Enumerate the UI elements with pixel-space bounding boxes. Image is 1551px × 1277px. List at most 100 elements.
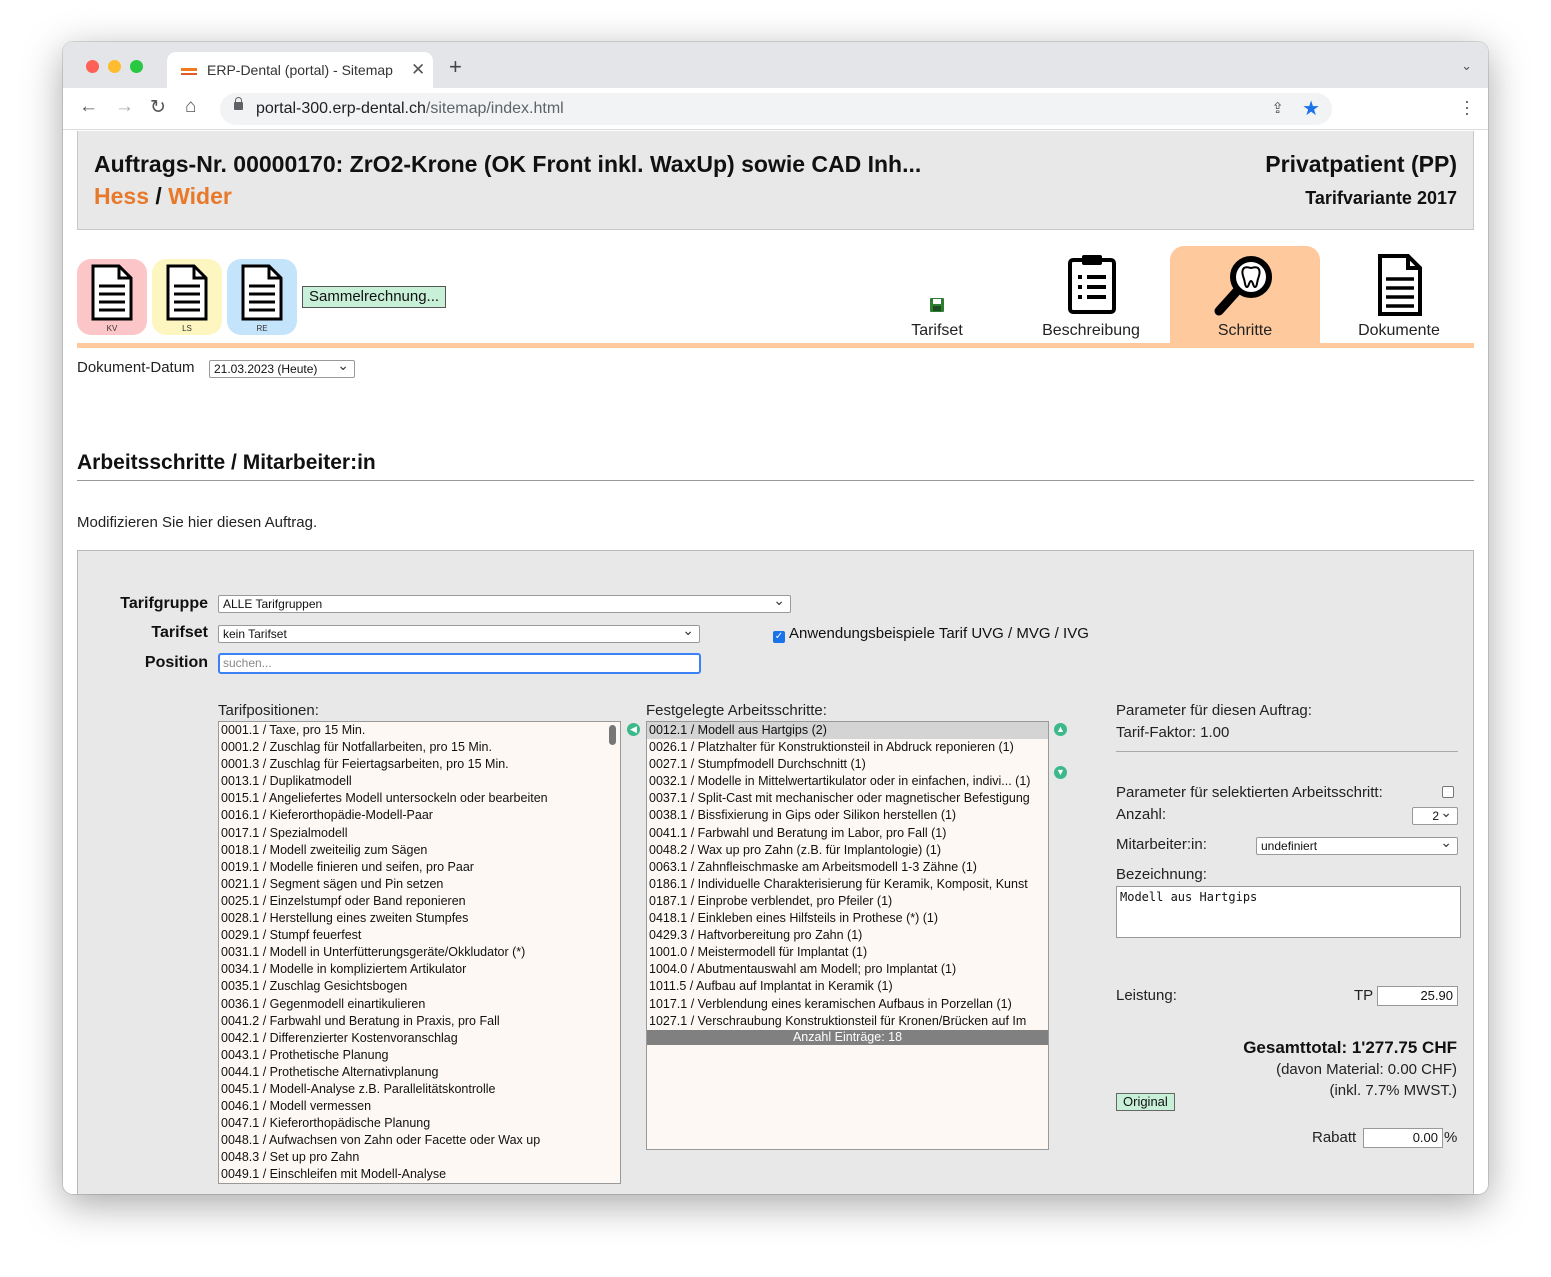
list-item[interactable]: 0049.1 / Einschleifen mit Modell-Analyse <box>219 1166 620 1183</box>
list-item[interactable]: 0047.1 / Kieferorthopädische Planung <box>219 1115 620 1132</box>
list-item[interactable]: 0027.1 / Stumpfmodell Durchschnitt (1) <box>647 756 1048 773</box>
position-search-input[interactable]: suchen... <box>218 653 701 674</box>
close-window-button[interactable] <box>86 60 99 73</box>
ls-document-button[interactable]: LS <box>152 259 222 335</box>
list-item[interactable]: 0029.1 / Stumpf feuerfest <box>219 927 620 944</box>
percent-sign: % <box>1444 1129 1458 1146</box>
list-item[interactable]: 0037.1 / Split-Cast mit mechanischer ode… <box>647 790 1048 807</box>
tab-title: ERP-Dental (portal) - Sitemap <box>207 62 393 78</box>
list-item[interactable]: 0015.1 / Angeliefertes Modell untersocke… <box>219 790 620 807</box>
list-item[interactable]: 1017.1 / Verblendung eines keramischen A… <box>647 996 1048 1013</box>
list-item[interactable]: 0001.3 / Zuschlag für Feiertagsarbeiten,… <box>219 756 620 773</box>
list-item[interactable]: 0429.3 / Haftvorbereitung pro Zahn (1) <box>647 927 1048 944</box>
list-item[interactable]: 0186.1 / Individuelle Charakterisierung … <box>647 876 1048 893</box>
mitarbeiter-label: Mitarbeiter:in: <box>1116 836 1207 853</box>
back-icon[interactable]: ← <box>79 96 98 118</box>
reload-icon[interactable]: ↻ <box>150 96 166 119</box>
list-item[interactable]: 0032.1 / Modelle in Mittelwertartikulato… <box>647 773 1048 790</box>
bookmark-star-icon[interactable]: ★ <box>1302 96 1320 121</box>
list-item[interactable]: 0034.1 / Modelle in kompliziertem Artiku… <box>219 961 620 978</box>
list-item[interactable]: 0045.1 / Modell-Analyse z.B. Parallelitä… <box>219 1081 620 1098</box>
list-item[interactable]: 0001.1 / Taxe, pro 15 Min. <box>219 722 620 739</box>
maximize-window-button[interactable] <box>130 60 143 73</box>
forward-icon[interactable]: → <box>115 96 134 118</box>
document-icon <box>1378 254 1422 316</box>
minimize-window-button[interactable] <box>108 60 121 73</box>
list-item[interactable]: 0016.1 / Kieferorthopädie-Modell-Paar <box>219 807 620 824</box>
list-item[interactable]: 0018.1 / Modell zweiteilig zum Sägen <box>219 842 620 859</box>
list-item[interactable]: 0044.1 / Prothetische Alternativplanung <box>219 1064 620 1081</box>
browser-tab[interactable]: ERP-Dental (portal) - Sitemap ✕ <box>167 52 433 88</box>
tab-dokumente[interactable]: Dokumente <box>1324 246 1474 344</box>
list-scrollbar[interactable] <box>609 725 616 745</box>
list-item[interactable]: 0048.3 / Set up pro Zahn <box>219 1149 620 1166</box>
save-icon <box>930 298 944 312</box>
list-item[interactable]: 0042.1 / Differenzierter Kostenvoranschl… <box>219 1030 620 1047</box>
rabatt-input[interactable]: 0.00 <box>1363 1128 1443 1148</box>
document-date-select[interactable]: 21.03.2023 (Heute) <box>209 357 355 378</box>
re-document-button[interactable]: RE <box>227 259 297 335</box>
step-params-checkbox[interactable] <box>1442 786 1454 798</box>
arbeitsschritte-list[interactable]: 0012.1 / Modell aus Hartgips (2) 0026.1 /… <box>646 721 1049 1150</box>
list-item[interactable]: 0025.1 / Einzelstumpf oder Band reponier… <box>219 893 620 910</box>
list-item[interactable]: 0418.1 / Einkleben eines Hilfsteils in P… <box>647 910 1048 927</box>
list-item[interactable]: 0028.1 / Herstellung eines zweiten Stump… <box>219 910 620 927</box>
list-item[interactable]: 0013.1 / Duplikatmodell <box>219 773 620 790</box>
original-button[interactable]: Original <box>1116 1093 1175 1111</box>
patient-names: Hess / Wider <box>94 183 232 209</box>
tp-label: TP <box>1354 987 1374 1004</box>
bezeichnung-textarea[interactable]: Modell aus Hartgips <box>1116 886 1461 938</box>
sammelrechnung-button[interactable]: Sammelrechnung... <box>302 286 447 308</box>
mitarbeiter-select[interactable]: undefiniert <box>1256 834 1458 855</box>
list-item[interactable]: 1027.1 / Verschraubung Konstruktionsteil… <box>647 1013 1048 1030</box>
list-item[interactable]: 0063.1 / Zahnfleischmaske am Arbeitsmode… <box>647 859 1048 876</box>
list-item[interactable]: 0038.1 / Bissfixierung in Gips oder Sili… <box>647 807 1048 824</box>
list-item[interactable]: 1001.0 / Meistermodell für Implantat (1) <box>647 944 1048 961</box>
list-item[interactable]: 0031.1 / Modell in Unterfütterungsgeräte… <box>219 944 620 961</box>
list-item[interactable]: 0035.1 / Zuschlag Gesichtsbogen <box>219 978 620 995</box>
anzahl-select[interactable]: 2 <box>1412 804 1458 825</box>
list-item[interactable]: 0001.2 / Zuschlag für Notfallarbeiten, p… <box>219 739 620 756</box>
list-item[interactable]: 0048.1 / Aufwachsen von Zahn oder Facett… <box>219 1132 620 1149</box>
list-item[interactable]: 0046.1 / Modell vermessen <box>219 1098 620 1115</box>
document-icon <box>91 264 133 321</box>
tarifset-label: Tarifset <box>151 624 208 641</box>
list-item[interactable]: 0017.1 / Spezialmodell <box>219 825 620 842</box>
kv-document-button[interactable]: KV <box>77 259 147 335</box>
clipboard-icon <box>1068 255 1116 314</box>
list-item[interactable]: 0026.1 / Platzhalter für Konstruktionste… <box>647 739 1048 756</box>
step-params-title: Parameter für selektierten Arbeitsschrit… <box>1116 784 1383 801</box>
list-item[interactable]: 0019.1 / Modelle finieren und seifen, pr… <box>219 859 620 876</box>
tab-schritte[interactable]: Schritte <box>1170 246 1320 344</box>
home-icon[interactable]: ⌂ <box>185 96 196 118</box>
add-step-arrow-icon[interactable]: ◀ <box>627 723 640 736</box>
list-item[interactable]: 0036.1 / Gegenmodell einartikulieren <box>219 996 620 1013</box>
anzahl-label: Anzahl: <box>1116 806 1167 823</box>
tp-input[interactable]: 25.90 <box>1377 986 1458 1006</box>
list-item[interactable]: 1011.5 / Aufbau auf Implantat in Keramik… <box>647 978 1048 995</box>
new-tab-icon[interactable]: + <box>449 54 462 80</box>
lock-icon <box>234 97 243 110</box>
position-label: Position <box>144 654 208 671</box>
close-tab-icon[interactable]: ✕ <box>411 60 425 80</box>
list-item[interactable]: 0041.1 / Farbwahl und Beratung im Labor,… <box>647 825 1048 842</box>
share-icon[interactable]: ⇪ <box>1271 99 1284 117</box>
tarifgruppe-select[interactable]: ALLE Tarifgruppen <box>218 592 791 613</box>
list-item[interactable]: 0021.1 / Segment sägen und Pin setzen <box>219 876 620 893</box>
list-item[interactable]: 0043.1 / Prothetische Planung <box>219 1047 620 1064</box>
tab-beschreibung[interactable]: Beschreibung <box>1016 246 1166 344</box>
list-item[interactable]: 0187.1 / Einprobe verblendet, pro Pfeile… <box>647 893 1048 910</box>
list-item[interactable]: 0041.2 / Farbwahl und Beratung in Praxis… <box>219 1013 620 1030</box>
list-item[interactable]: 1004.0 / Abutmentauswahl am Modell; pro … <box>647 961 1048 978</box>
move-up-icon[interactable]: ▲ <box>1054 723 1067 736</box>
tarifset-select[interactable]: kein Tarifset <box>218 622 700 643</box>
address-bar[interactable]: portal-300.erp-dental.ch/sitemap/index.h… <box>220 93 1332 125</box>
move-down-icon[interactable]: ▼ <box>1054 766 1067 779</box>
tab-search-chevron-icon[interactable]: ⌄ <box>1461 58 1472 74</box>
list-item[interactable]: 0012.1 / Modell aus Hartgips (2) <box>647 722 1048 740</box>
tarifpositionen-list[interactable]: 0001.1 / Taxe, pro 15 Min. 0001.2 / Zusch… <box>218 721 621 1184</box>
list-item[interactable]: 0048.2 / Wax up pro Zahn (z.B. für Impla… <box>647 842 1048 859</box>
tab-tarifset[interactable]: Tarifset <box>862 246 1012 344</box>
examples-checkbox[interactable]: ✓ Anwendungsbeispiele Tarif UVG / MVG / I… <box>773 625 1089 643</box>
menu-kebab-icon[interactable]: · · · <box>1464 92 1470 122</box>
